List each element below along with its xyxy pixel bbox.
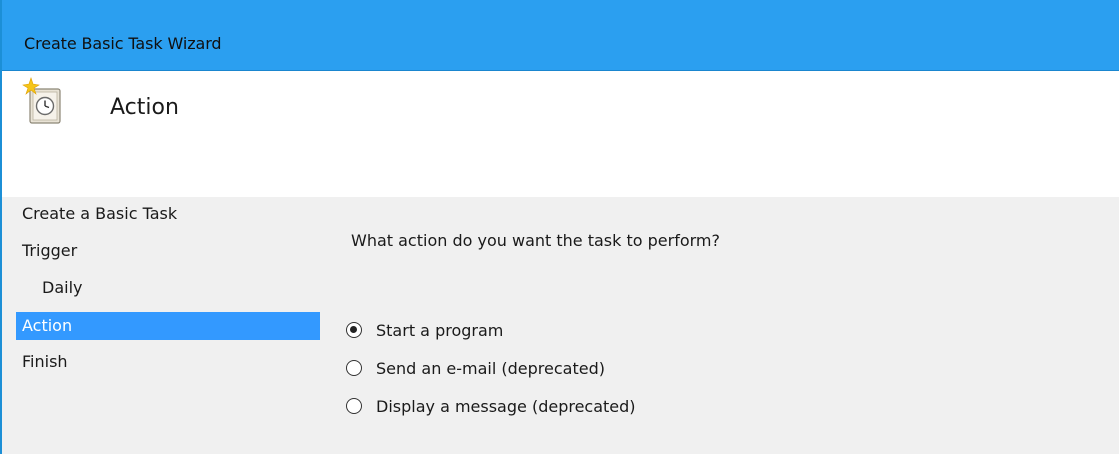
steps-nav: Create a Basic Task Trigger Daily Action… (16, 197, 320, 382)
step-label: Action (22, 316, 73, 335)
page-title: Action (110, 95, 179, 120)
radio-display-message[interactable] (346, 398, 362, 414)
step-label: Create a Basic Task (22, 204, 178, 223)
step-daily[interactable]: Daily (16, 271, 320, 308)
window-title: Create Basic Task Wizard (24, 34, 222, 53)
option-display-message[interactable]: Display a message (deprecated) (346, 387, 636, 425)
option-send-email[interactable]: Send an e-mail (deprecated) (346, 349, 636, 387)
title-bar[interactable]: Create Basic Task Wizard (2, 0, 1119, 71)
step-finish[interactable]: Finish (16, 345, 320, 382)
step-label: Trigger (22, 241, 78, 260)
wizard-header: Action (2, 71, 1119, 197)
step-label: Daily (42, 278, 83, 297)
wizard-body: Create a Basic Task Trigger Daily Action… (2, 197, 1119, 454)
wizard-window: Create Basic Task Wizard Action Create a… (0, 0, 1119, 454)
action-question: What action do you want the task to perf… (351, 231, 720, 250)
step-trigger[interactable]: Trigger (16, 234, 320, 271)
option-label: Start a program (376, 320, 504, 340)
scheduled-task-icon (22, 77, 61, 124)
step-action[interactable]: Action (16, 312, 320, 340)
option-start-program[interactable]: Start a program (346, 311, 636, 349)
step-label: Finish (22, 352, 68, 371)
option-label: Send an e-mail (deprecated) (376, 358, 605, 378)
radio-send-email[interactable] (346, 360, 362, 376)
action-options: Start a program Send an e-mail (deprecat… (346, 311, 636, 425)
step-create-basic-task[interactable]: Create a Basic Task (16, 197, 320, 234)
option-label: Display a message (deprecated) (376, 396, 636, 416)
radio-start-program[interactable] (346, 322, 362, 338)
